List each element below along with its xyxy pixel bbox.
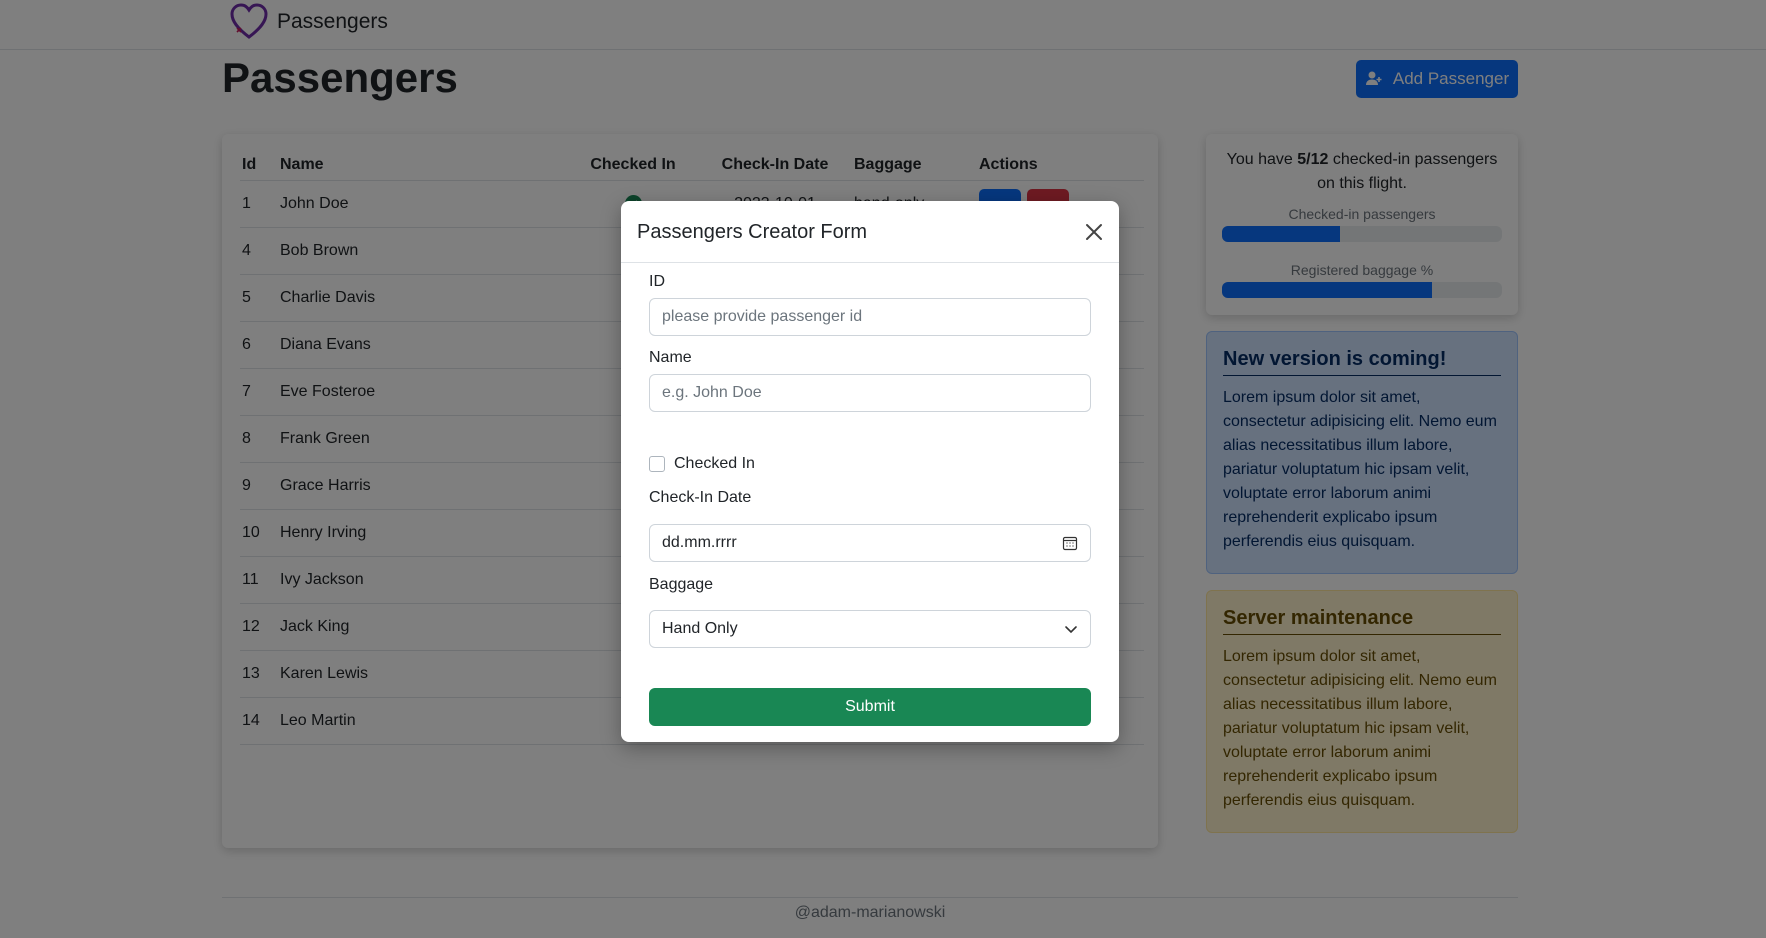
chevron-down-icon	[1065, 626, 1077, 634]
checked-in-checkbox[interactable]	[649, 456, 665, 472]
modal-title: Passengers Creator Form	[637, 221, 868, 243]
checked-in-row: Checked In	[649, 455, 755, 473]
passenger-creator-modal: Passengers Creator Form ID Name Checked …	[621, 201, 1119, 742]
checked-in-label: Checked In	[674, 455, 755, 472]
submit-button[interactable]: Submit	[649, 688, 1091, 726]
baggage-label: Baggage	[649, 576, 714, 593]
check-in-date-input[interactable]: dd.mm.rrrr	[649, 524, 1091, 562]
close-icon	[1086, 224, 1102, 240]
modal-header: Passengers Creator Form	[621, 201, 1119, 263]
id-input[interactable]	[649, 298, 1091, 336]
check-in-date-label: Check-In Date	[649, 489, 752, 506]
baggage-select[interactable]: Hand Only	[649, 610, 1091, 648]
name-input[interactable]	[649, 374, 1091, 412]
name-label: Name	[649, 349, 692, 366]
calendar-icon[interactable]	[1062, 535, 1078, 551]
close-button[interactable]	[1083, 221, 1105, 243]
baggage-selected-value: Hand Only	[662, 620, 738, 637]
id-label: ID	[649, 273, 665, 290]
date-placeholder: dd.mm.rrrr	[662, 534, 737, 551]
